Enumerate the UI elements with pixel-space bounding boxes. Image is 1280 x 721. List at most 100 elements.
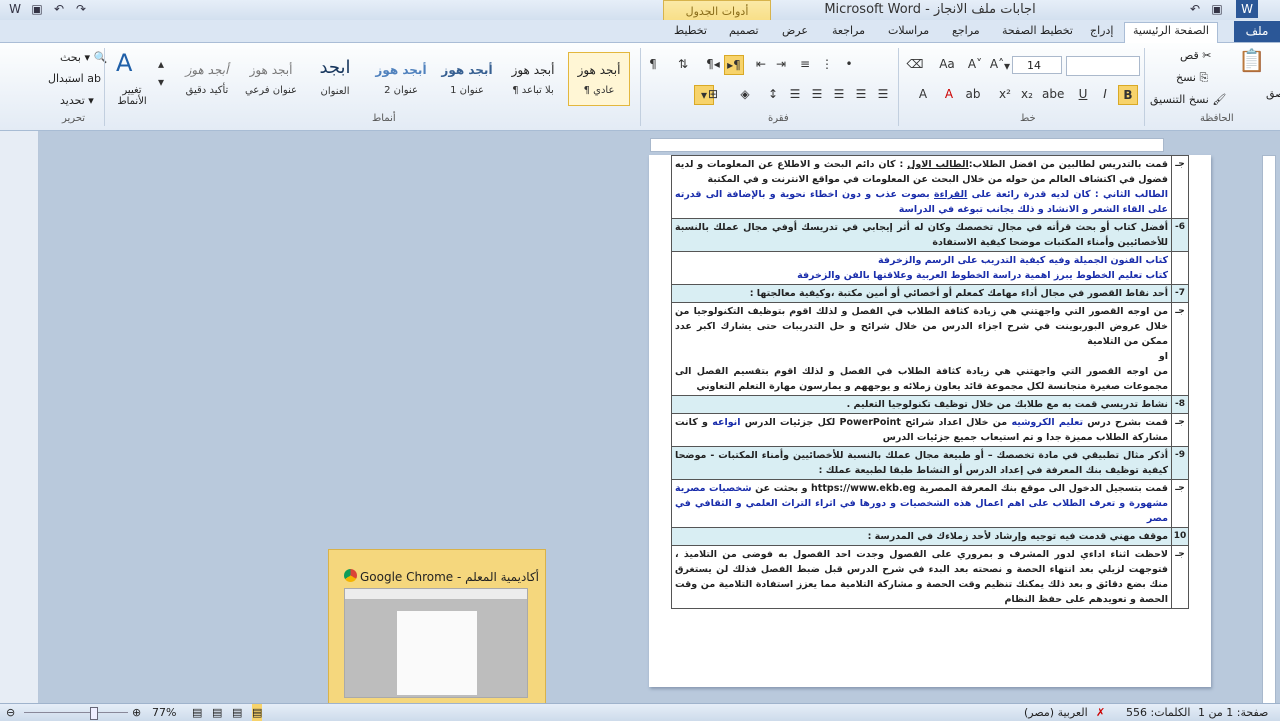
tab-file[interactable]: ملف bbox=[1234, 21, 1280, 42]
change-styles-button[interactable]: تغيير الأنماط bbox=[112, 85, 152, 107]
editing-group-label: تحرير bbox=[62, 113, 86, 124]
answer-text[interactable]: قمت بتسجيل الدخول الى موقع بنك المعرفة ا… bbox=[671, 479, 1172, 528]
save-icon[interactable]: ▣ bbox=[26, 0, 48, 18]
question-text[interactable]: نشاط تدريسي قمت به مع طلابك من خلال توظي… bbox=[671, 395, 1172, 414]
app-icon[interactable]: W bbox=[4, 0, 26, 18]
font-size-field[interactable]: 14 bbox=[1012, 56, 1062, 74]
language-indicator[interactable]: العربية (مصر) bbox=[1024, 704, 1088, 721]
zoom-out-icon[interactable]: ⊖ bbox=[6, 704, 15, 721]
redo-icon[interactable]: ↷ bbox=[70, 0, 92, 18]
zoom-slider[interactable] bbox=[24, 712, 128, 713]
distributed-icon[interactable]: ☰ bbox=[786, 85, 804, 103]
font-name-field[interactable] bbox=[1066, 56, 1140, 76]
scissors-icon: ✂ bbox=[1202, 49, 1212, 62]
italic-button[interactable]: I bbox=[1096, 85, 1114, 103]
style-subtle-emphasis[interactable]: أبجد هوز تأكيد دقيق bbox=[176, 52, 238, 106]
superscript-button[interactable]: x² bbox=[996, 85, 1014, 103]
change-styles-icon[interactable]: A bbox=[116, 49, 132, 77]
subscript-button[interactable]: x₂ bbox=[1018, 85, 1036, 103]
zoom-slider-thumb[interactable] bbox=[90, 707, 98, 720]
align-left-icon[interactable]: ☰ bbox=[830, 85, 848, 103]
question-text[interactable]: أحد نقاط القصور في مجال أداء مهامك كمعلم… bbox=[671, 284, 1172, 303]
find-button[interactable]: بحث ▾ 🔍 bbox=[60, 51, 107, 64]
line-spacing-icon[interactable]: ↕ bbox=[764, 85, 782, 103]
style-name: تأكيد دقيق bbox=[185, 85, 229, 96]
decrease-indent-icon[interactable]: ⇤ bbox=[752, 55, 770, 73]
preview-thumbnail[interactable] bbox=[344, 588, 528, 698]
paste-icon[interactable]: 📋 bbox=[1238, 49, 1265, 74]
answer-text[interactable]: من اوجه القصور التي واجهتني هي زيادة كثا… bbox=[671, 302, 1172, 396]
bullets-icon[interactable]: • bbox=[840, 55, 858, 73]
tab-references[interactable]: مراجع bbox=[952, 23, 980, 39]
tab-design[interactable]: تصميم bbox=[729, 23, 759, 39]
text-effects-icon[interactable]: A bbox=[914, 85, 932, 103]
answer-text[interactable]: قمت بالتدريس لطالبين من افضل الطلاب:الطا… bbox=[671, 155, 1172, 219]
align-right-icon[interactable]: ☰ bbox=[874, 85, 892, 103]
replace-button[interactable]: استبدال ab bbox=[48, 72, 101, 85]
strikethrough-button[interactable]: abe bbox=[1042, 85, 1064, 103]
undo-arrow-icon[interactable]: ↶ bbox=[1184, 0, 1206, 18]
style-normal[interactable]: أبجد هوز ¶ عادي bbox=[568, 52, 630, 106]
borders-icon[interactable]: ⊞ bbox=[704, 85, 722, 103]
style-title[interactable]: ابجد العنوان bbox=[304, 52, 366, 106]
fill-icon[interactable]: ◈ bbox=[736, 85, 754, 103]
view-web-icon[interactable]: ▤ bbox=[232, 704, 242, 721]
tab-page-layout[interactable]: تخطيط الصفحة bbox=[1002, 23, 1073, 39]
style-no-spacing[interactable]: أبجد هوز ¶ بلا تباعد bbox=[502, 52, 564, 106]
question-text[interactable]: موقف مهني قدمت فيه توجيه وإرشاد لأحد زمل… bbox=[671, 527, 1172, 546]
highlight-icon[interactable]: ab bbox=[964, 85, 982, 103]
shrink-font-icon[interactable]: A˅ bbox=[966, 55, 984, 73]
numbering-icon[interactable]: ⋮ bbox=[818, 55, 836, 73]
select-button[interactable]: تحديد ▾ bbox=[60, 94, 94, 107]
answer-text[interactable]: لاحظت اثناء اداءي لدور المشرف و بمروري ع… bbox=[671, 545, 1172, 609]
format-painter-button[interactable]: نسخ التنسيق 🖌 bbox=[1150, 93, 1226, 106]
style-subtitle[interactable]: أبجد هوز عنوان فرعي bbox=[240, 52, 302, 106]
rtl-direction-icon[interactable]: ¶◂ bbox=[704, 55, 722, 73]
question-text[interactable]: أفضل كتاب أو بحث قرأته في مجال تخصصك وكا… bbox=[671, 218, 1172, 252]
tab-layout[interactable]: تخطيط bbox=[674, 23, 707, 39]
font-size-dropdown-icon[interactable]: ▾ bbox=[998, 57, 1016, 75]
tab-view[interactable]: عرض bbox=[782, 23, 808, 39]
change-case-icon[interactable]: Aa bbox=[938, 55, 956, 73]
view-draft-icon[interactable]: ▤ bbox=[192, 704, 202, 721]
tab-mailings[interactable]: مراسلات bbox=[888, 23, 929, 39]
styles-scroll-down-icon[interactable]: ▾ bbox=[152, 73, 170, 91]
word-count[interactable]: الكلمات: 556 bbox=[1126, 704, 1190, 721]
ltr-direction-icon[interactable]: ▸¶ bbox=[724, 55, 744, 75]
copy-button[interactable]: نسخ ⎘ bbox=[1176, 71, 1208, 85]
cut-button[interactable]: قص ✂ bbox=[1180, 49, 1211, 62]
horizontal-ruler[interactable] bbox=[650, 138, 1164, 152]
style-heading-2[interactable]: أبجد هوز عنوان 2 bbox=[370, 52, 432, 106]
question-text[interactable]: أذكر مثال تطبيقي في مادة تخصصك – أو طبيع… bbox=[671, 446, 1172, 480]
document-page[interactable]: جـ قمت بالتدريس لطالبين من افضل الطلاب:ال… bbox=[649, 155, 1211, 687]
view-print-layout-icon[interactable]: ▤ bbox=[252, 704, 263, 721]
styles-scroll-up-icon[interactable]: ▴ bbox=[152, 55, 170, 73]
answer-text[interactable]: قمت بشرح درس تعليم الكروشيه من خلال اعدا… bbox=[671, 413, 1172, 447]
save-disk-icon[interactable]: ▣ bbox=[1206, 0, 1228, 18]
view-outline-icon[interactable]: ▤ bbox=[212, 704, 222, 721]
left-scroll-pane[interactable] bbox=[0, 131, 39, 703]
center-icon[interactable]: ☰ bbox=[852, 85, 870, 103]
proofing-icon[interactable]: ✗ bbox=[1096, 704, 1105, 721]
increase-indent-icon[interactable]: ⇥ bbox=[772, 55, 790, 73]
multilevel-list-icon[interactable]: ≡ bbox=[796, 55, 814, 73]
sort-icon[interactable]: ⇅ bbox=[674, 55, 692, 73]
vertical-ruler[interactable] bbox=[1262, 155, 1276, 705]
tab-home[interactable]: الصفحة الرئيسية bbox=[1124, 22, 1218, 43]
word-icon[interactable]: W bbox=[1236, 0, 1258, 18]
show-marks-icon[interactable]: ¶ bbox=[644, 55, 662, 73]
tab-review[interactable]: مراجعة bbox=[832, 23, 865, 39]
answer-text[interactable]: كتاب الفنون الجميلة وفيه كيفية التدريب ع… bbox=[671, 251, 1172, 285]
clear-formatting-icon[interactable]: ⌫ bbox=[906, 55, 924, 73]
zoom-level[interactable]: 77% bbox=[152, 704, 176, 721]
tab-insert[interactable]: إدراج bbox=[1090, 23, 1113, 39]
font-color-icon[interactable]: A bbox=[940, 85, 958, 103]
page-indicator[interactable]: صفحة: 1 من 1 bbox=[1198, 704, 1268, 721]
underline-button[interactable]: U bbox=[1074, 85, 1092, 103]
bold-button[interactable]: B bbox=[1118, 85, 1138, 105]
undo-icon[interactable]: ↶ bbox=[48, 0, 70, 18]
zoom-in-icon[interactable]: ⊕ bbox=[132, 704, 141, 721]
style-heading-1[interactable]: أبجد هوز عنوان 1 bbox=[436, 52, 498, 106]
justify-icon[interactable]: ☰ bbox=[808, 85, 826, 103]
paste-button[interactable]: لصق bbox=[1266, 87, 1280, 100]
